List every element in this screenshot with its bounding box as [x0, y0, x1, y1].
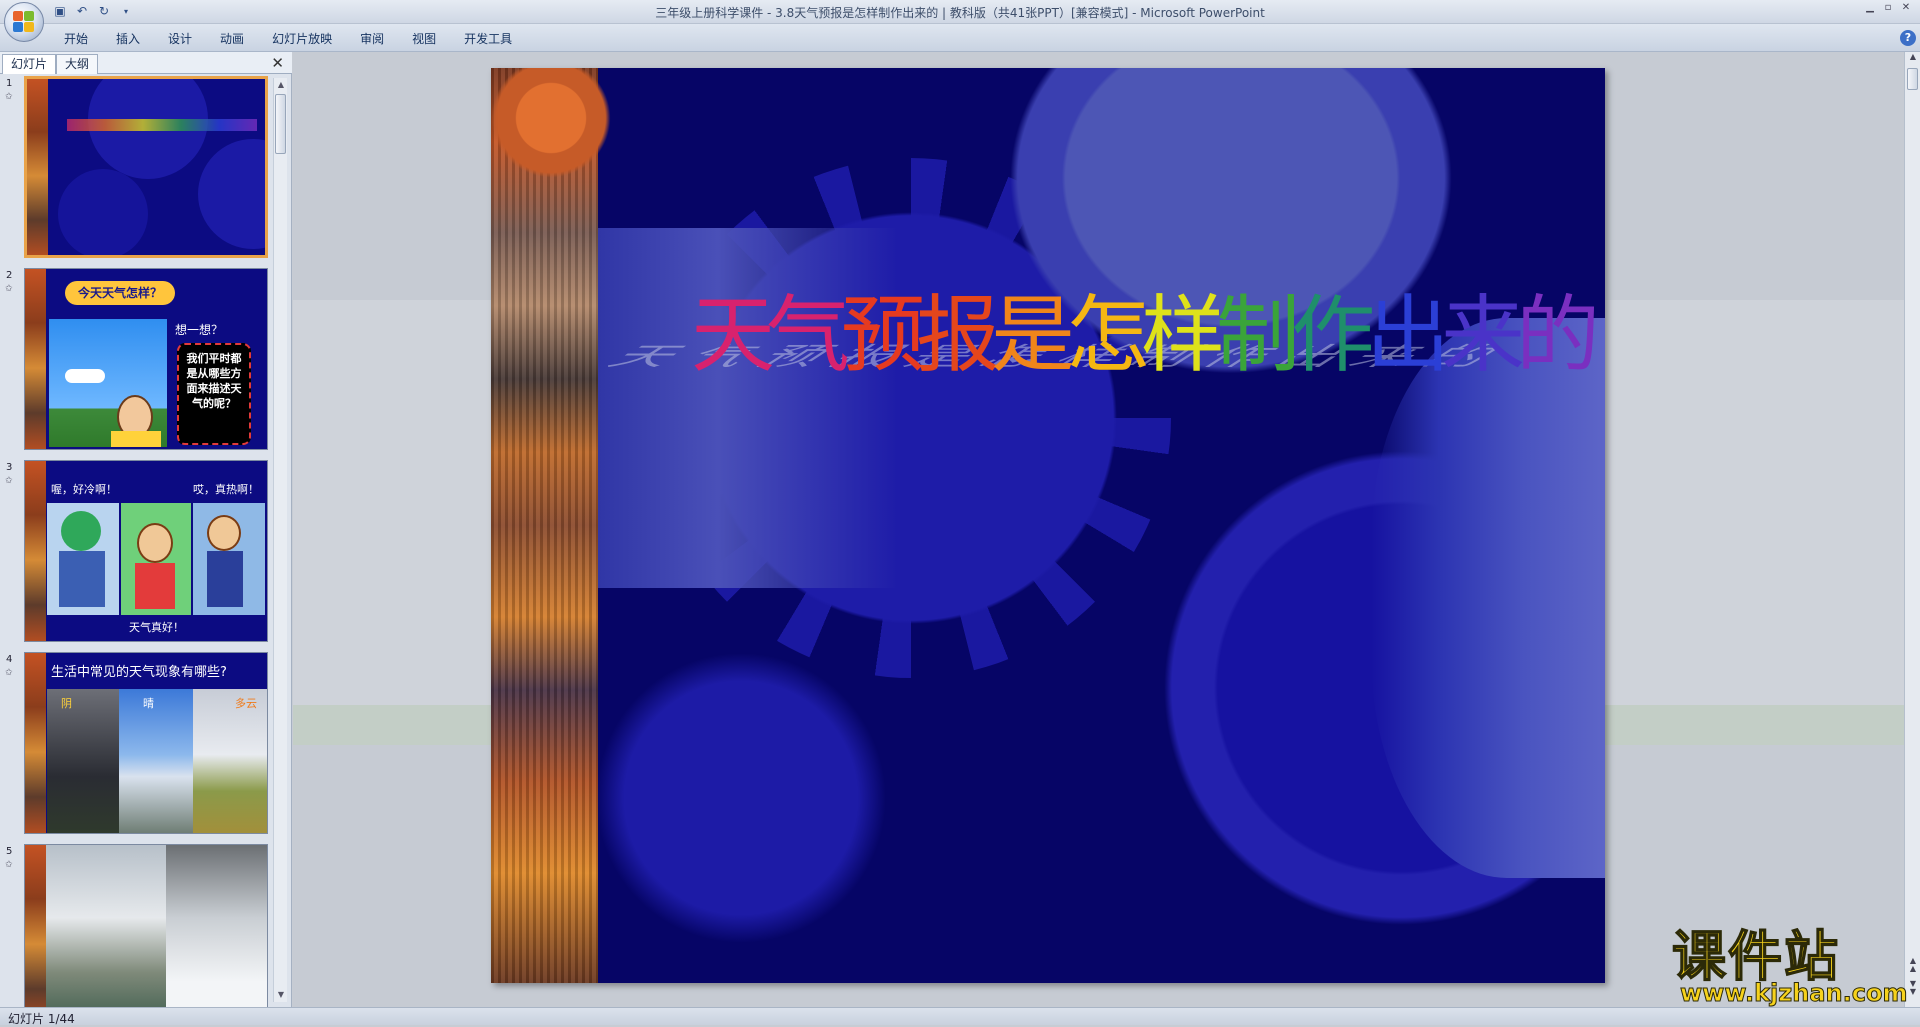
headline-char: 来 [1441, 286, 1526, 384]
tab-design[interactable]: 设计 [154, 30, 206, 48]
title-bar: ▣ ↶ ↻ ▾ 三年级上册科学课件 - 3.8天气预报是怎样制作出来的 | 教科… [0, 0, 1920, 24]
slide-thumbnail-3[interactable]: 3 ✩ 喔，好冷啊！ 哎，真热啊！ 天气真好！ [0, 460, 272, 644]
thumbnail-image: 生活中常见的天气现象有哪些? 阴 晴 多云 [24, 652, 268, 834]
prev-slide-icon[interactable]: ▲ ▲ [1905, 957, 1920, 973]
tab-insert[interactable]: 插入 [102, 30, 154, 48]
animation-star-icon: ✩ [5, 668, 13, 678]
thumbnail-image: 今天天气怎样？ 想一想？ 我们平时都是从哪些方面来描述天气的呢？ [24, 268, 268, 450]
close-icon[interactable]: ✕ [1898, 2, 1914, 14]
slide-decorative-strip [491, 68, 598, 983]
headline-char: 怎 [1066, 286, 1151, 384]
thumb-sunny-picture [121, 503, 191, 615]
scroll-up-icon[interactable]: ▲ [1905, 52, 1920, 61]
thumb-question-box: 我们平时都是从哪些方面来描述天气的呢？ [177, 343, 251, 445]
slides-panel: 幻灯片 大纲 ✕ 1 ✩ 2 ✩ 今天天气怎样？ 想一想？ 我们平时都是从哪些方… [0, 52, 292, 1007]
gear-shape [1371, 318, 1605, 878]
panel-tabs: 幻灯片 大纲 ✕ [0, 52, 292, 74]
thumb-caption-cold: 喔，好冷啊！ [51, 483, 117, 496]
slide-number: 4 [6, 654, 13, 665]
status-bar: 幻灯片 1/44 [0, 1007, 1920, 1026]
headline-char: 气 [766, 286, 851, 384]
headline-char: 报 [916, 286, 1001, 384]
thumb-caption-nice: 天气真好！ [129, 621, 184, 634]
watermark-brand: 课件站 [1671, 925, 1840, 988]
thumb-bubble: 今天天气怎样？ [65, 281, 175, 305]
headline-char: 是 [991, 286, 1076, 384]
thumb-think-text: 想一想？ [175, 323, 224, 337]
thumbnail-image: 喔，好冷啊！ 哎，真热啊！ 天气真好！ [24, 460, 268, 642]
slide-thumbnail-2[interactable]: 2 ✩ 今天天气怎样？ 想一想？ 我们平时都是从哪些方面来描述天气的呢？ [0, 268, 272, 452]
editor-scrollbar[interactable]: ▲ ▲ ▲ ▼ ▼ [1904, 52, 1920, 1007]
tab-slideshow[interactable]: 幻灯片放映 [258, 30, 346, 48]
watermark: 课件站 www.kjzhan.com [1671, 925, 1908, 1008]
help-icon[interactable]: ? [1900, 30, 1916, 46]
animation-star-icon: ✩ [5, 92, 13, 102]
thumb-title: 生活中常见的天气现象有哪些? [51, 665, 227, 680]
thumb-caption-hot: 哎，真热啊！ [193, 483, 259, 496]
minimize-icon[interactable]: ▁ [1862, 2, 1878, 14]
headline-char: 作 [1291, 286, 1376, 384]
thumb-hot-picture [193, 503, 265, 615]
current-slide[interactable]: 天气预报是怎样制作出来的 天气预报是怎样制作出来的 [491, 68, 1605, 983]
watermark-url: www.kjzhan.com [1679, 979, 1908, 1007]
ribbon-tabs: 开始 插入 设计 动画 幻灯片放映 审阅 视图 开发工具 [50, 30, 526, 48]
animation-star-icon: ✩ [5, 860, 13, 870]
slide-thumbnail-5[interactable]: 5 ✩ [0, 844, 272, 1007]
thumb-storm-picture [46, 845, 166, 1007]
tab-home[interactable]: 开始 [50, 30, 102, 48]
animation-star-icon: ✩ [5, 284, 13, 294]
slide-editor: 天气预报是怎样制作出来的 天气预报是怎样制作出来的 ▲ ▲ ▲ ▼ ▼ [293, 52, 1920, 1007]
tab-developer[interactable]: 开发工具 [450, 30, 526, 48]
restore-icon[interactable]: ▫ [1880, 2, 1896, 14]
ribbon: 开始 插入 设计 动画 幻灯片放映 审阅 视图 开发工具 ? [0, 24, 1920, 52]
slide-headline[interactable]: 天气预报是怎样制作出来的 [691, 286, 1600, 390]
tab-view[interactable]: 视图 [398, 30, 450, 48]
headline-char: 预 [841, 286, 926, 384]
thumb-snow-picture [47, 503, 119, 615]
scrollbar-thumb[interactable] [275, 94, 286, 154]
slide-thumbnail-4[interactable]: 4 ✩ 生活中常见的天气现象有哪些? 阴 晴 多云 [0, 652, 272, 836]
window-title: 三年级上册科学课件 - 3.8天气预报是怎样制作出来的 | 教科版（共41张PP… [655, 6, 1265, 20]
headline-char: 出 [1366, 286, 1451, 384]
scrollbar-thumb[interactable] [1907, 68, 1918, 90]
thumbnail-image [24, 844, 268, 1007]
headline-char: 制 [1216, 286, 1301, 384]
thumbnail-list: 1 ✩ 2 ✩ 今天天气怎样？ 想一想？ 我们平时都是从哪些方面来描述天气的呢？… [0, 76, 272, 1007]
slide-number: 1 [6, 78, 13, 89]
slide-thumbnail-1[interactable]: 1 ✩ [0, 76, 272, 260]
tab-outline[interactable]: 大纲 [56, 54, 99, 74]
thumbnail-image [24, 76, 268, 258]
gear-shape [581, 628, 901, 968]
headline-char: 的 [1516, 286, 1601, 384]
thumb-snow-scene-picture [166, 845, 267, 1007]
thumb-label-clear: 晴 [143, 697, 154, 710]
thumb-clear-picture [119, 689, 193, 833]
headline-char: 样 [1141, 286, 1226, 384]
slide-number: 5 [6, 846, 13, 857]
animation-star-icon: ✩ [5, 476, 13, 486]
thumb-overcast-picture [47, 689, 119, 833]
slide-number: 2 [6, 270, 13, 281]
slide-number: 3 [6, 462, 13, 473]
headline-char: 天 [691, 286, 776, 384]
panel-scrollbar[interactable]: ▲ ▼ [273, 78, 287, 1002]
slide-counter: 幻灯片 1/44 [8, 1012, 75, 1026]
thumb-label-cloudy: 多云 [235, 697, 257, 710]
scroll-down-icon[interactable]: ▼ [274, 988, 288, 1002]
tab-animation[interactable]: 动画 [206, 30, 258, 48]
tab-slides[interactable]: 幻灯片 [2, 54, 57, 74]
office-button[interactable] [4, 2, 44, 42]
panel-close-icon[interactable]: ✕ [271, 54, 284, 72]
tab-review[interactable]: 审阅 [346, 30, 398, 48]
scroll-up-icon[interactable]: ▲ [274, 78, 288, 92]
thumb-boy-picture [49, 319, 167, 447]
office-logo-icon [13, 11, 35, 33]
thumb-label-overcast: 阴 [61, 697, 72, 710]
orange-gear-shape [491, 68, 621, 188]
window-controls: ▁ ▫ ✕ [1862, 2, 1914, 14]
